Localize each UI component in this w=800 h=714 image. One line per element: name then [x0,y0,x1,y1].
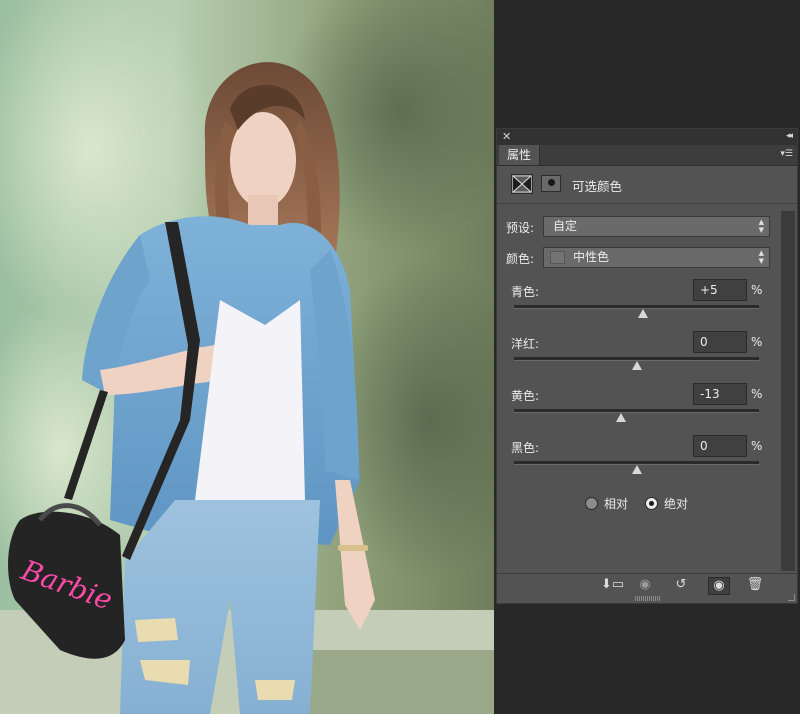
panel-bottom-toolbar: ⬇▭ ◉ ↺ ◉ 🗑 [497,573,797,596]
percent-unit: % [751,283,763,297]
absolute-label: 绝对 [664,497,689,511]
corner-resize-grip[interactable] [788,594,795,601]
adjustment-header: 可选颜色 [497,166,797,202]
selective-color-glyph [512,175,532,193]
collapse-panel-icon[interactable]: ◂◂ [786,129,793,144]
panel-menu-icon[interactable]: ▾☰ [780,149,793,160]
preset-label: 预设: [506,221,535,235]
trash-icon[interactable]: 🗑 [745,577,765,593]
slider-label: 黄色: [511,389,540,403]
colors-value: 中性色 [573,250,610,264]
selective-color-icon[interactable] [511,174,533,194]
properties-panel: ✕ ◂◂ 属性 ▾☰ 可选颜色 预设: 自定 ▲ ▼ 颜色: 中性色 ▲ ▼ 青… [496,128,798,604]
percent-unit: % [751,387,763,401]
radio-relative[interactable] [585,497,598,510]
color-swatch [550,251,565,264]
header-divider [497,203,797,204]
slider-value-input[interactable]: 0 [693,331,747,353]
tab-properties-label: 属性 [507,148,532,162]
percent-unit: % [751,335,763,349]
select-arrows-icon: ▲ ▼ [758,218,764,234]
preset-value: 自定 [553,219,578,233]
slider-value-input[interactable]: +5 [693,279,747,301]
relative-label: 相对 [604,497,629,511]
preset-select[interactable]: 自定 ▲ ▼ [543,216,770,237]
radio-absolute[interactable] [645,497,658,510]
slider-track[interactable] [514,305,759,309]
panel-titlebar: ✕ ◂◂ [497,129,797,145]
colors-select[interactable]: 中性色 ▲ ▼ [543,247,770,268]
method-radio-group: 相对 绝对 [497,495,797,513]
slider-value-input[interactable]: -13 [693,383,747,405]
slider-label: 青色: [511,285,540,299]
close-icon[interactable]: ✕ [502,129,511,144]
slider-label: 洋红: [511,337,540,351]
adjustment-title: 可选颜色 [572,179,623,194]
tab-properties[interactable]: 属性 [499,145,541,165]
portrait-photo: Barbie [0,0,494,714]
layer-mask-icon[interactable] [541,175,561,192]
photo-canvas: Barbie [0,0,494,714]
visibility-eye-icon[interactable]: ◉ [708,577,730,595]
clip-to-layer-icon[interactable]: ⬇▭ [601,577,624,593]
panel-resize-handle[interactable] [635,596,661,601]
percent-unit: % [751,439,763,453]
slider-value: 0 [700,335,708,349]
slider-value: 0 [700,439,708,453]
view-previous-icon[interactable]: ◉ [635,577,655,593]
panel-tabbar: 属性 ▾☰ [497,145,797,166]
reset-icon[interactable]: ↺ [671,577,691,593]
slider-value: -13 [700,387,720,401]
slider-thumb[interactable] [615,413,626,422]
slider-track[interactable] [514,409,759,413]
select-arrows-icon: ▲ ▼ [758,249,764,265]
slider-value: +5 [700,283,718,297]
slider-thumb[interactable] [631,465,642,474]
slider-thumb[interactable] [631,361,642,370]
slider-value-input[interactable]: 0 [693,435,747,457]
panel-scrollbar[interactable] [781,211,795,571]
colors-label: 颜色: [506,252,535,266]
slider-thumb[interactable] [637,309,648,318]
slider-label: 黑色: [511,441,540,455]
